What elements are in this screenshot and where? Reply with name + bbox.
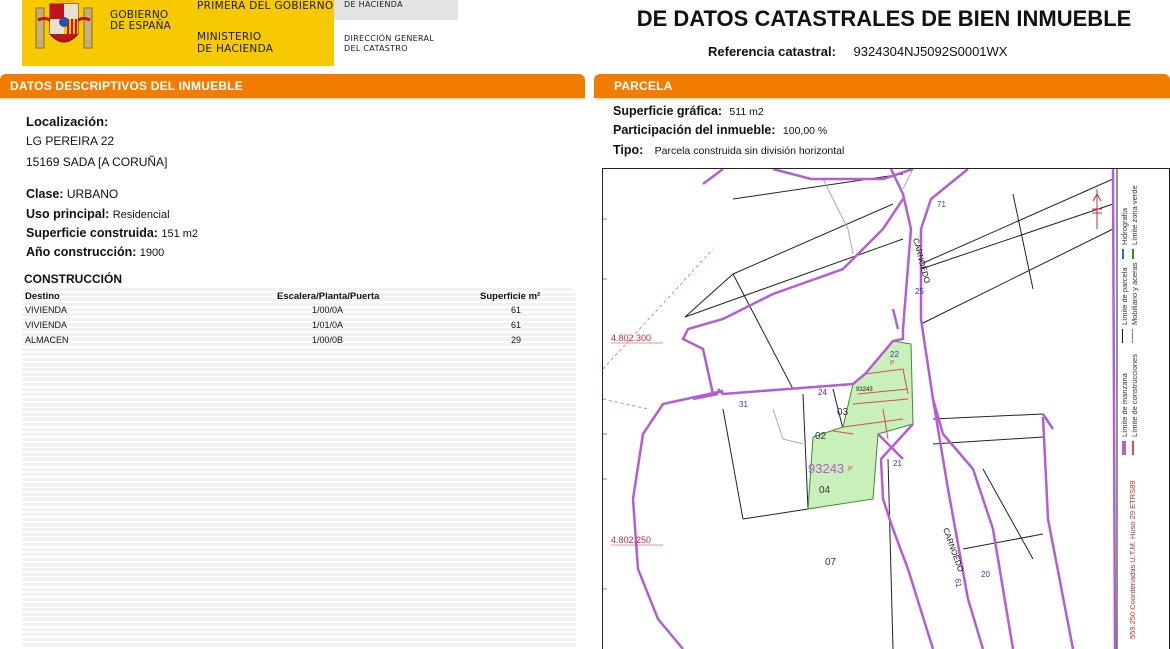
parcela-header: PARCELA <box>594 74 1170 98</box>
coat-of-arms-icon <box>35 0 93 49</box>
cadastral-map[interactable]: CARNOEDO CARNOEDO 4.802.300 4.802.250 93… <box>602 168 1170 649</box>
document-header: GOBIERNO DE ESPAÑA PRIMERA DEL GOBIERNO … <box>0 0 1170 70</box>
uso-label: Uso principal: <box>26 207 110 221</box>
participacion-row: Participación del inmueble: 100,00 % <box>613 123 827 137</box>
clase-label: Clase: <box>26 187 64 201</box>
house-number: 22 <box>890 350 899 359</box>
house-number: 21 <box>893 459 902 468</box>
legend-manzana: Límite de manzana <box>1120 372 1129 437</box>
north-arrow-icon <box>1092 189 1102 229</box>
construccion-heading: CONSTRUCCIÓN <box>24 272 122 286</box>
address-line-2: 15169 SADA [A CORUÑA] <box>26 155 168 169</box>
parcel-small-code: 93243 <box>856 387 873 393</box>
table-row: VIVIENDA <box>25 305 68 315</box>
legend-construcciones: Límite de construcciones <box>1130 354 1139 437</box>
target-parcel[interactable] <box>807 340 914 510</box>
clase-value: URBANO <box>66 187 119 201</box>
tipo-row: Tipo: Parcela construida sin división ho… <box>613 143 844 157</box>
street-name-2: CARNOEDO <box>941 527 965 574</box>
house-number: 25 <box>915 287 924 296</box>
table-cell: 1/00/0A <box>312 305 344 315</box>
house-number: 24 <box>818 388 827 397</box>
descriptive-data-header: DATOS DESCRIPTIVOS DEL INMUEBLE <box>0 74 585 98</box>
cadastral-reference: Referencia catastral: 9324304NJ5092S0001… <box>708 44 1007 59</box>
construction-table: Destino Escalera/Planta/Puerta Superfici… <box>22 288 576 648</box>
legend-utm: 559.250 Coordenadas U.T.M. Huso 29 ETRS8… <box>1128 481 1137 639</box>
secretariat-label: DE HACIENDA <box>344 0 403 9</box>
parcel-code: 93243 <box>808 461 844 476</box>
government-label: GOBIERNO DE ESPAÑA <box>110 9 172 32</box>
house-number: 61 <box>953 578 964 589</box>
ministry-label: MINISTERIO DE HACIENDA <box>197 31 274 55</box>
clase-row: Clase: URBANO <box>26 187 118 201</box>
anio-label: Año construcción: <box>26 245 137 259</box>
parcel-number: 07 <box>825 557 837 568</box>
uso-row: Uso principal: Residencial <box>26 207 170 221</box>
legend-parcela: Límite de parcela <box>1120 267 1129 325</box>
document-title: DE DATOS CATASTRALES DE BIEN INMUEBLE <box>636 6 1132 31</box>
anio-value: 1900 <box>139 247 165 259</box>
legend-hidrografia: Hidrografía <box>1120 207 1129 245</box>
map-legend: Límite de manzana Límite de construccion… <box>1120 185 1139 639</box>
parcel-number: 04 <box>819 485 831 496</box>
ref-label: Referencia catastral: <box>708 44 836 59</box>
table-cell: 29 <box>511 335 522 345</box>
parcel-number: 02 <box>815 431 827 442</box>
house-number: 71 <box>937 200 946 209</box>
tipo-label: Tipo: <box>613 143 644 157</box>
participacion-label: Participación del inmueble: <box>613 123 776 137</box>
legend-zona-verde: Límite zona verde <box>1130 185 1139 245</box>
table-cell: 61 <box>511 305 522 315</box>
vicepresidency-label: PRIMERA DEL GOBIERNO <box>197 0 334 12</box>
superficie-value: 151 m2 <box>161 228 199 240</box>
col-superficie: Superficie m² <box>480 291 541 302</box>
house-number: 20 <box>981 570 990 579</box>
participacion-value: 100,00 % <box>782 125 828 137</box>
tipo-value: Parcela construida sin división horizont… <box>654 145 845 157</box>
table-cell: 1/01/0A <box>312 320 344 330</box>
anio-row: Año construcción: 1900 <box>26 245 164 259</box>
legend-mobiliario: Mobiliario y aceras <box>1130 262 1139 325</box>
coord-label-south: 4.802.250 <box>611 535 651 545</box>
ref-value: 9324304NJ5092S0001WX <box>853 44 1008 59</box>
map-canvas: CARNOEDO CARNOEDO 4.802.300 4.802.250 93… <box>603 169 1139 649</box>
col-destino: Destino <box>25 291 60 302</box>
coord-label-north: 4.802.300 <box>611 333 651 343</box>
parcel-number: 03 <box>837 407 849 418</box>
table-row: ALMACEN <box>25 335 69 345</box>
uso-value: Residencial <box>112 209 170 221</box>
address-line-1: LG PEREIRA 22 <box>26 134 115 148</box>
p-label-1: P <box>890 360 895 367</box>
house-number: 31 <box>739 400 748 409</box>
table-cell: 1/00/0B <box>312 335 344 345</box>
table-row: VIVIENDA <box>25 320 68 330</box>
sup-grafica-value: 511 m2 <box>729 106 764 118</box>
sup-grafica-row: Superficie gráfica: 511 m2 <box>613 104 764 118</box>
dashed-limit <box>603 248 714 370</box>
sup-grafica-label: Superficie gráfica: <box>613 104 723 118</box>
superficie-row: Superficie construida: 151 m2 <box>26 226 198 240</box>
directorate-label: DIRECCIÓN GENERAL DEL CATASTRO <box>344 34 435 53</box>
p-label-2: P <box>848 466 853 473</box>
table-cell: 61 <box>511 320 522 330</box>
superficie-label: Superficie construida: <box>26 226 158 240</box>
localizacion-label: Localización: <box>26 114 109 129</box>
col-escalera: Escalera/Planta/Puerta <box>277 291 380 302</box>
